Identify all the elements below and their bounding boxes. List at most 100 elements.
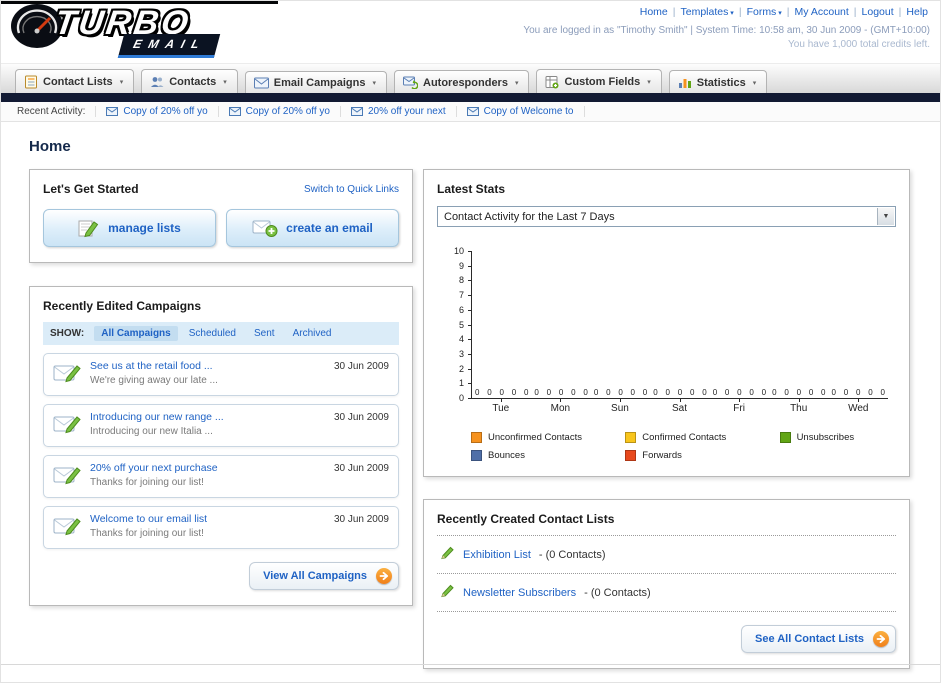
tab-label: Custom Fields (564, 76, 641, 88)
campaigns-button-row: View All Campaigns (43, 562, 399, 590)
campaign-list: See us at the retail food ... We're givin… (43, 353, 399, 549)
contact-list-link[interactable]: Newsletter Subscribers (463, 587, 576, 599)
chart-value-labels: 00000 (475, 388, 528, 397)
legend-label: Unconfirmed Contacts (488, 432, 582, 443)
manage-lists-button[interactable]: manage lists (43, 209, 216, 247)
pencil-icon (439, 545, 455, 564)
app-window: TURBO EMAIL Home | Templates ▾ | Forms ▾ | My … (0, 0, 941, 683)
tab-contacts[interactable]: Contacts ▾ (141, 69, 238, 93)
y-axis-label: 10 (453, 246, 464, 256)
filter-all-campaigns[interactable]: All Campaigns (94, 326, 178, 341)
bar-value-label: 0 (821, 388, 826, 397)
header-link-my-account[interactable]: My Account (795, 6, 849, 18)
arrow-right-icon (376, 568, 392, 584)
header-link-help[interactable]: Help (906, 6, 928, 18)
chevron-down-icon: ▾ (647, 79, 651, 86)
bar-value-label: 0 (831, 388, 836, 397)
campaign-item[interactable]: Introducing our new range ... Introducing… (43, 404, 399, 447)
contact-list-link[interactable]: Exhibition List (463, 549, 531, 561)
campaign-title-link[interactable]: See us at the retail food ... (90, 360, 325, 372)
tab-autoresponders[interactable]: Autoresponders ▾ (394, 70, 530, 93)
campaign-text: 20% off your next purchase Thanks for joi… (90, 462, 325, 491)
bar-value-label: 0 (796, 388, 802, 397)
dropdown-arrow-icon: ▼ (877, 208, 894, 225)
contact-list-item[interactable]: Newsletter Subscribers - (0 Contacts) (437, 574, 896, 612)
recent-activity-item[interactable]: 20% off your next (341, 106, 457, 117)
campaign-title-link[interactable]: 20% off your next purchase (90, 462, 325, 474)
recent-activity-item[interactable]: Copy of 20% off yo (95, 106, 219, 117)
tab-statistics[interactable]: Statistics ▾ (668, 70, 768, 93)
tab-contact-lists[interactable]: Contact Lists ▾ (15, 69, 135, 93)
latest-stats-panel: Latest Stats Contact Activity for the La… (423, 169, 910, 477)
campaign-subtitle: We're giving away our late ... (90, 375, 218, 386)
bar-value-label: 0 (689, 388, 695, 397)
view-all-campaigns-button[interactable]: View All Campaigns (249, 562, 399, 590)
header-links: Home | Templates ▾ | Forms ▾ | My Account | Logo… (523, 6, 930, 18)
get-started-header: Let's Get Started Switch to Quick Links (43, 182, 399, 196)
chart-category-group: 00000 (531, 251, 590, 398)
bar-value-label: 0 (808, 388, 814, 397)
campaign-item[interactable]: 20% off your next purchase Thanks for joi… (43, 455, 399, 498)
campaign-title-link[interactable]: Welcome to our email list (90, 513, 325, 525)
logo-text: TURBO EMAIL (52, 4, 221, 58)
x-axis-label: Thu (769, 398, 829, 414)
email-edit-icon (53, 515, 81, 542)
legend-label: Unsubscribes (796, 432, 855, 443)
legend-swatch (625, 450, 637, 461)
tab-custom-fields[interactable]: Custom Fields ▾ (536, 69, 662, 93)
chart-value-labels: 00000 (534, 388, 587, 397)
filter-scheduled[interactable]: Scheduled (182, 326, 243, 341)
header-link-logout[interactable]: Logout (862, 6, 894, 18)
switch-quick-links-link[interactable]: Switch to Quick Links (304, 184, 399, 195)
legend-item: Unconfirmed Contacts (471, 432, 625, 443)
recent-activity-item[interactable]: Copy of Welcome to (457, 106, 585, 117)
bar-value-label: 0 (523, 388, 529, 397)
bar-value-label: 0 (653, 388, 658, 397)
page-title: Home (29, 138, 71, 155)
campaign-item[interactable]: See us at the retail food ... We're givin… (43, 353, 399, 396)
legend-item: Confirmed Contacts (625, 432, 779, 443)
get-started-panel: Let's Get Started Switch to Quick Links … (29, 169, 413, 263)
y-axis-label: 4 (458, 334, 464, 345)
recent-activity-item[interactable]: Copy of 20% off yo (219, 106, 341, 117)
campaign-date: 30 Jun 2009 (333, 514, 389, 525)
chart-category-group: 00000 (769, 251, 828, 398)
campaign-text: Welcome to our email list Thanks for join… (90, 513, 325, 542)
filter-sent[interactable]: Sent (247, 326, 282, 341)
chevron-down-icon: ▾ (119, 79, 124, 86)
y-axis-label: 5 (458, 319, 464, 330)
legend-item: Unsubscribes (779, 432, 888, 443)
recent-activity-title: Recent Activity: (17, 106, 86, 117)
link-separator: | (672, 6, 676, 18)
tab-email-campaigns[interactable]: Email Campaigns ▾ (244, 71, 387, 93)
bar-value-label: 0 (642, 388, 648, 397)
main-content: Home Let's Get Started Switch to Quick L… (1, 122, 940, 669)
stats-period-select[interactable]: Contact Activity for the Last 7 Days ▼ (437, 206, 896, 227)
create-an-email-button[interactable]: create an email (226, 209, 399, 247)
logo-subtitle-banner: EMAIL (117, 34, 221, 58)
email-icon (228, 107, 241, 116)
recent-activity-item-label: Copy of Welcome to (483, 106, 574, 117)
campaign-text: Introducing our new range ... Introducing… (90, 411, 325, 440)
contact-list-count: - (0 Contacts) (584, 586, 651, 599)
header-link-home[interactable]: Home (640, 6, 668, 18)
campaign-title-link[interactable]: Introducing our new range ... (90, 411, 325, 423)
tab-label: Statistics (696, 76, 746, 89)
arrow-right-icon (873, 631, 889, 647)
header-link-forms[interactable]: Forms ▾ (747, 6, 782, 18)
campaign-item[interactable]: Welcome to our email list Thanks for join… (43, 506, 399, 549)
y-axis-label: 1 (458, 378, 464, 389)
header-link-templates[interactable]: Templates ▾ (681, 6, 734, 18)
chevron-down-icon: ▾ (728, 10, 734, 17)
chevron-down-icon: ▾ (223, 79, 227, 86)
chart-value-labels: 00000 (713, 388, 766, 397)
tab-label: Contact Lists (43, 76, 113, 88)
contact-lists-button-row: See All Contact Lists (437, 625, 896, 653)
bar-value-label: 0 (487, 388, 492, 397)
see-all-contact-lists-button[interactable]: See All Contact Lists (740, 625, 896, 653)
chevron-down-icon: ▾ (514, 79, 519, 87)
filter-archived[interactable]: Archived (286, 326, 339, 341)
campaign-filters: All Campaigns Scheduled Sent Archived (94, 326, 338, 341)
contact-list-item[interactable]: Exhibition List - (0 Contacts) (437, 536, 896, 574)
legend-label: Confirmed Contacts (642, 432, 727, 443)
